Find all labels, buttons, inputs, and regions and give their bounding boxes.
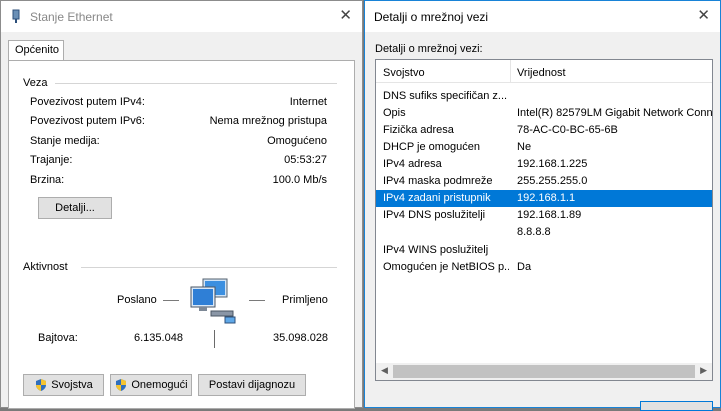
- conn-row-media: Stanje medija: Omogućeno: [30, 135, 327, 147]
- row-property: Fizička adresa: [383, 124, 454, 136]
- ethernet-icon: [12, 9, 20, 23]
- row-value: Da: [517, 261, 532, 273]
- horizontal-scrollbar[interactable]: ◀ ▶: [376, 363, 712, 380]
- bytes-sent-value: 6.135.048: [134, 332, 183, 344]
- activity-heading: Aktivnost: [23, 261, 68, 273]
- general-tab-panel: [8, 60, 355, 409]
- details-subtitle: Detalji o mrežnoj vezi:: [375, 43, 483, 55]
- row-property: IPv4 maska podmreže: [383, 175, 493, 187]
- shield-icon: [116, 379, 127, 391]
- conn-row-ipv4: Povezivost putem IPv4: Internet: [30, 96, 327, 108]
- column-header-property[interactable]: Svojstvo: [383, 67, 425, 79]
- diagnose-button[interactable]: Postavi dijagnozu: [198, 374, 306, 396]
- details-window-title: Detalji o mrežnoj vezi: [374, 9, 489, 24]
- table-row[interactable]: 8.8.8.8: [376, 224, 712, 241]
- column-header-value[interactable]: Vrijednost: [517, 67, 566, 79]
- table-row[interactable]: Fizička adresa 78-AC-C0-BC-65-6B: [376, 122, 712, 139]
- conn-row-duration: Trajanje: 05:53:27: [30, 154, 327, 166]
- row-value: 8.8.8.8: [517, 226, 551, 238]
- details-list[interactable]: Svojstvo Vrijednost DNS sufiks specifiča…: [375, 59, 713, 381]
- table-row[interactable]: DNS sufiks specifičan z...: [376, 88, 712, 105]
- details-title-bar[interactable]: Detalji o mrežnoj vezi ✕: [365, 1, 720, 32]
- row-property: IPv4 WINS poslužitelj: [383, 244, 489, 256]
- table-row[interactable]: IPv4 WINS poslužitelj: [376, 242, 712, 259]
- table-row[interactable]: IPv4 zadani pristupnik 192.168.1.1: [376, 190, 712, 207]
- connection-heading: Veza: [23, 77, 48, 89]
- row-value: Intel(R) 82579LM Gigabit Network Conne: [517, 107, 713, 119]
- row-value: Ne: [517, 141, 532, 153]
- row-property: Opis: [383, 107, 406, 119]
- sent-line: [163, 300, 179, 301]
- close-icon[interactable]: ✕: [339, 7, 352, 25]
- row-value: 78-AC-C0-BC-65-6B: [517, 124, 618, 136]
- shield-icon: [36, 379, 47, 391]
- title-bar[interactable]: Stanje Ethernet ✕: [1, 1, 362, 32]
- row-property: DNS sufiks specifičan z...: [383, 90, 508, 102]
- conn-row-speed: Brzina: 100.0 Mb/s: [30, 174, 327, 186]
- close-icon[interactable]: ✕: [697, 7, 710, 25]
- row-value: 192.168.1.225: [517, 158, 588, 170]
- activity-group-line: [81, 267, 337, 268]
- row-property: IPv4 DNS poslužitelji: [383, 209, 486, 221]
- ethernet-status-window: Stanje Ethernet ✕ Općenito Veza Povezivo…: [0, 0, 363, 409]
- bytes-label: Bajtova:: [38, 332, 78, 344]
- scrollbar-thumb[interactable]: [393, 365, 695, 378]
- table-row[interactable]: Omogućen je NetBIOS p... Da: [376, 259, 712, 276]
- properties-button-label: Svojstva: [51, 379, 93, 391]
- scroll-right-icon[interactable]: ▶: [700, 365, 707, 376]
- row-value: 192.168.1.1: [517, 192, 576, 204]
- properties-button[interactable]: Svojstva: [23, 374, 104, 396]
- table-row[interactable]: IPv4 maska podmreže 255.255.255.0: [376, 173, 712, 190]
- column-separator[interactable]: [510, 60, 511, 82]
- table-row[interactable]: Opis Intel(R) 82579LM Gigabit Network Con…: [376, 105, 713, 122]
- sent-label: Poslano: [117, 294, 157, 306]
- conn-row-ipv6: Povezivost putem IPv6: Nema mrežnog pris…: [30, 115, 327, 127]
- activity-separator: [214, 330, 215, 348]
- table-row[interactable]: IPv4 DNS poslužitelji 192.168.1.89: [376, 207, 712, 224]
- table-row[interactable]: IPv4 adresa 192.168.1.225: [376, 156, 712, 173]
- tab-general[interactable]: Općenito: [8, 40, 64, 61]
- row-property: Omogućen je NetBIOS p...: [383, 261, 509, 273]
- disable-button[interactable]: Onemogući: [110, 374, 192, 396]
- connection-group-line: [55, 83, 337, 84]
- row-property: IPv4 adresa: [383, 158, 442, 170]
- row-value: 192.168.1.89: [517, 209, 582, 221]
- received-line: [249, 300, 265, 301]
- table-row[interactable]: DHCP je omogućen Ne: [376, 139, 712, 156]
- disable-button-label: Onemogući: [131, 379, 188, 391]
- row-property: IPv4 zadani pristupnik: [383, 192, 491, 204]
- bytes-received-value: 35.098.028: [273, 332, 329, 344]
- scroll-left-icon[interactable]: ◀: [381, 365, 388, 376]
- network-computers-icon: [190, 278, 236, 324]
- details-button[interactable]: Detalji...: [38, 197, 112, 219]
- row-value: 255.255.255.0: [517, 175, 588, 187]
- received-label: Primljeno: [282, 294, 328, 306]
- list-header: Svojstvo Vrijednost: [376, 60, 712, 83]
- close-button[interactable]: [640, 401, 713, 411]
- row-property: DHCP je omogućen: [383, 141, 481, 153]
